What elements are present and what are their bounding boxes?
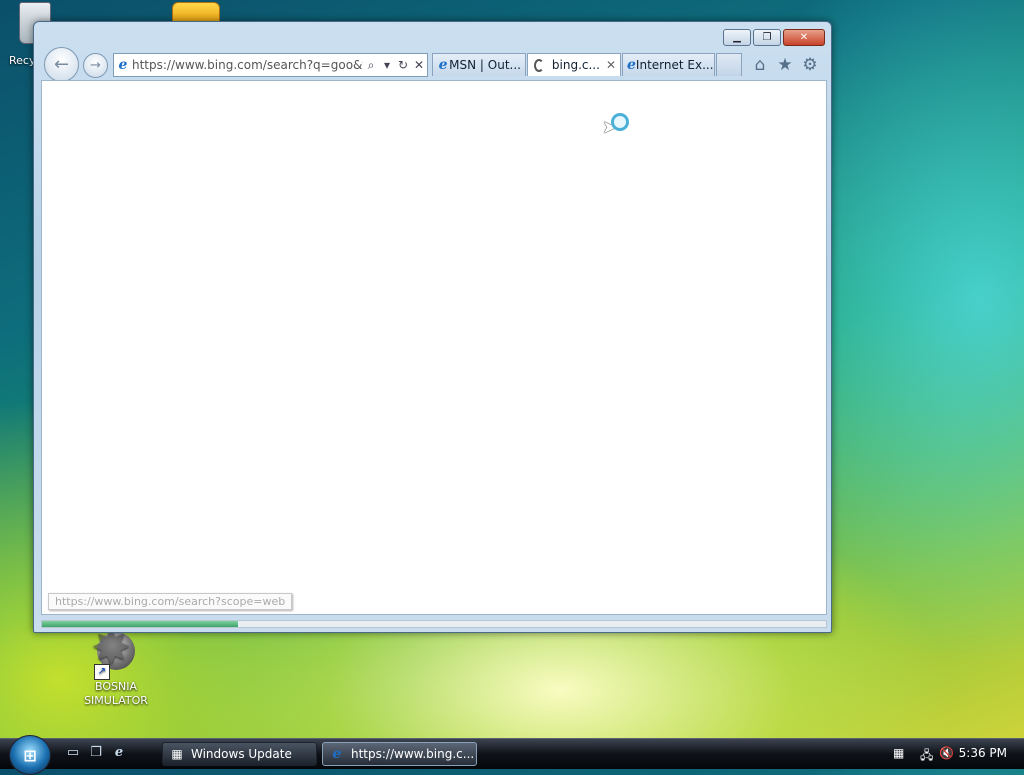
tab-internet-explorer[interactable]: e Internet Ex... xyxy=(622,53,715,76)
tools-gear-icon[interactable]: ⚙ xyxy=(800,55,820,75)
maximize-button[interactable]: ❐ xyxy=(753,29,781,46)
ie-icon: e xyxy=(627,57,636,73)
loading-spinner-icon xyxy=(534,58,544,72)
tab-bing[interactable]: bing.c... ✕ xyxy=(527,53,621,76)
busy-cursor-icon: ➤ xyxy=(602,113,629,138)
tab-title: MSN | Out... xyxy=(449,58,521,72)
taskbar-item-label: Windows Update xyxy=(191,747,292,761)
bosnia-simulator-shortcut[interactable]: ↗ BOSNIA SIMULATOR xyxy=(76,620,156,708)
taskbar: ⊞ ▭ ❐ e ▦ Windows Update e https://www.b… xyxy=(0,735,1024,775)
clock[interactable]: 5:36 PM xyxy=(959,746,1007,760)
window-caption-buttons: ▁ ❐ ✕ xyxy=(723,29,825,46)
ie-quicklaunch-icon[interactable]: e xyxy=(110,745,128,761)
page-content[interactable]: ➤ https://www.bing.com/search?scope=web xyxy=(41,80,827,615)
ie-icon: e xyxy=(438,57,448,73)
network-icon[interactable]: 🖧 xyxy=(920,746,933,767)
ie-icon: e xyxy=(332,746,342,762)
tab-title: Internet Ex... xyxy=(635,58,714,72)
shortcut-arrow-icon: ↗ xyxy=(94,664,110,680)
back-arrow-icon: ← xyxy=(53,54,70,75)
search-icon[interactable]: ⌕ xyxy=(363,58,379,73)
status-url-tooltip: https://www.bing.com/search?scope=web xyxy=(48,593,293,610)
ie-icon: e xyxy=(118,57,128,73)
taskbar-item-windows-update[interactable]: ▦ Windows Update xyxy=(162,742,317,766)
windows-update-tray-icon[interactable]: ▦ xyxy=(893,746,904,760)
close-button[interactable]: ✕ xyxy=(783,29,825,46)
browser-window: ▁ ❐ ✕ ← → e ⌕ ▾ ↻ ✕ e MSN | Out... bing.… xyxy=(33,21,832,633)
forward-arrow-icon: → xyxy=(90,58,101,73)
load-progress-bar xyxy=(41,620,827,628)
refresh-icon[interactable]: ↻ xyxy=(395,58,411,72)
favorites-icon[interactable]: ★ xyxy=(775,55,795,75)
tab-msn[interactable]: e MSN | Out... xyxy=(432,53,526,76)
forward-button[interactable]: → xyxy=(83,53,108,78)
start-button[interactable]: ⊞ xyxy=(9,735,51,775)
load-progress-fill xyxy=(42,621,238,627)
volume-muted-icon[interactable]: 🔇 xyxy=(939,746,954,760)
new-tab-button[interactable] xyxy=(716,53,742,76)
taskbar-item-ie[interactable]: e https://www.bing.c... xyxy=(322,742,477,766)
back-button[interactable]: ← xyxy=(44,47,79,82)
show-desktop-icon[interactable]: ▭ xyxy=(64,745,82,761)
tab-close-icon[interactable]: ✕ xyxy=(600,58,616,72)
address-input[interactable] xyxy=(132,58,363,72)
shortcut-label: BOSNIA SIMULATOR xyxy=(76,680,156,708)
minimize-button[interactable]: ▁ xyxy=(723,29,751,46)
windows-logo-icon: ⊞ xyxy=(23,745,37,765)
shortcut-label-line1: BOSNIA xyxy=(95,680,137,693)
windows-update-icon: ▦ xyxy=(171,747,183,761)
address-bar[interactable]: e ⌕ ▾ ↻ ✕ xyxy=(113,53,428,77)
stop-icon[interactable]: ✕ xyxy=(411,58,427,72)
busy-ring-icon xyxy=(611,113,629,131)
shortcut-label-line2: SIMULATOR xyxy=(84,694,148,707)
switch-windows-icon[interactable]: ❐ xyxy=(87,745,105,761)
home-icon[interactable]: ⌂ xyxy=(750,55,770,75)
tab-strip: e MSN | Out... bing.c... ✕ e Internet Ex… xyxy=(432,53,742,76)
dropdown-icon[interactable]: ▾ xyxy=(379,58,395,72)
taskbar-item-label: https://www.bing.c... xyxy=(351,747,475,761)
tab-title: bing.c... xyxy=(551,58,600,72)
